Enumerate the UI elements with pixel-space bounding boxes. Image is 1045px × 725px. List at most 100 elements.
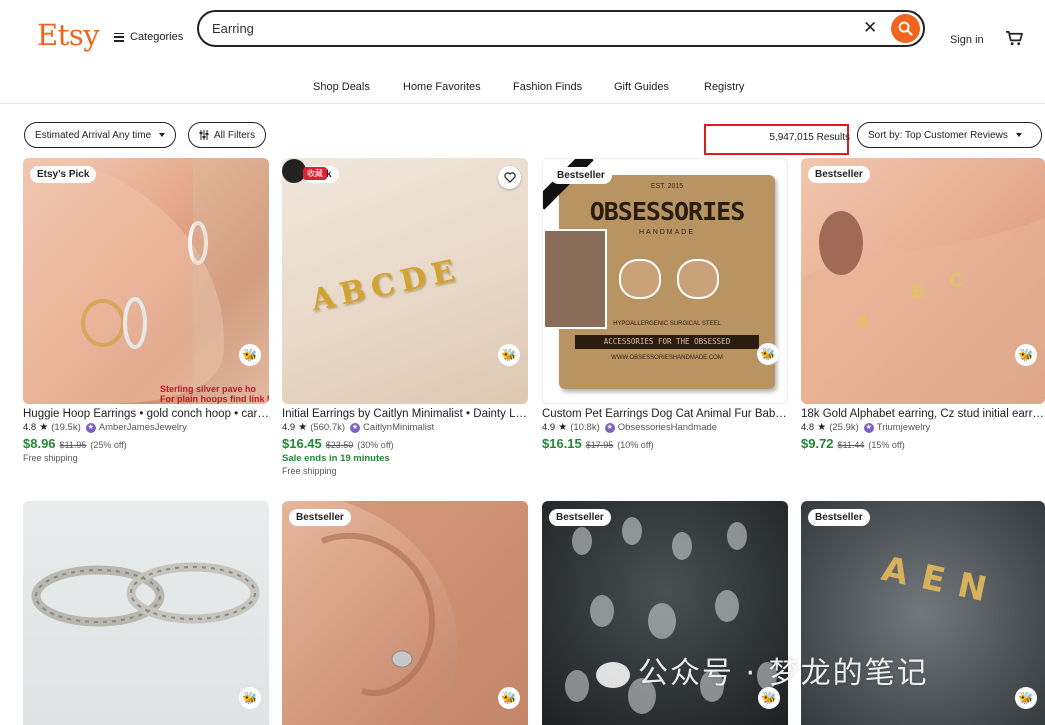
shop-name[interactable]: ObsessoriesHandmade [618,422,717,433]
sale-price: $16.45 [282,436,322,451]
star-seller-icon: ★ [604,422,615,433]
etsy-bee-icon: 🐝 [239,344,261,366]
star-seller-icon: ★ [85,422,96,433]
product-image[interactable]: Etsy's Pick Sterling silver pave ho For … [23,158,269,404]
sign-in-link[interactable]: Sign in [950,34,984,46]
cart-button[interactable] [1005,30,1024,52]
review-count: (10.8k) [570,422,600,433]
bestseller-badge: Bestseller [549,509,611,526]
star-seller-icon: ★ [350,422,361,433]
collect-tag[interactable]: 收藏 [303,167,327,180]
product-image[interactable]: A B C Bestseller 🐝 [801,158,1045,404]
card-est: EST. 2015 [650,183,684,190]
svg-text:C: C [949,270,962,291]
discount: (15% off) [868,440,905,450]
results-count-highlight: 5,947,015 Results [704,124,850,155]
rating-value: 4.9 [542,422,556,433]
search-bar: ✕ [197,10,925,47]
estimated-arrival-label: Estimated Arrival Any time [35,129,152,141]
star-icon: ★ [298,422,308,433]
nav-registry[interactable]: Registry [704,81,744,93]
etsy-logo[interactable]: Etsy [37,18,100,52]
discount: (25% off) [90,440,127,450]
image-caption: Sterling silver pave ho For plain hoops … [160,384,269,404]
estimated-arrival-dropdown[interactable]: Estimated Arrival Any time [24,122,177,148]
search-icon [898,21,913,36]
rating-value: 4.9 [282,422,296,433]
original-price: $11.95 [59,440,87,450]
price-row: $16.45 $23.50 (30% off) [282,436,528,451]
search-button[interactable] [891,14,920,43]
ear-turtle-photo [320,501,528,725]
product-image[interactable]: ABCDE Pick 收藏 🐝 [282,158,528,404]
site-header: Etsy Categories ✕ Sign in Shop Deals Hom… [0,0,1045,104]
nav-fashion-finds[interactable]: Fashion Finds [513,81,582,93]
search-input[interactable] [212,19,852,38]
star-icon: ★ [558,422,568,433]
chevron-down-icon [1015,133,1022,137]
wechat-watermark: 公众号 · 梦龙的笔记 [596,648,929,692]
product-card[interactable]: 🐝 [23,501,269,725]
etsy-bee-icon: 🐝 [1015,687,1037,709]
product-title[interactable]: 18k Gold Alphabet earring, Cz stud initi… [801,408,1045,420]
product-card[interactable]: EST. 2015 OBSESSORIES HANDMADE HYPOALLER… [542,158,788,451]
all-filters-button[interactable]: All Filters [188,122,267,148]
product-title[interactable]: Huggie Hoop Earrings • gold conch hoop •… [23,408,269,420]
etsy-bee-icon: 🐝 [498,687,520,709]
product-card[interactable]: Etsy's Pick Sterling silver pave ho For … [23,158,269,463]
nav-gift-guides[interactable]: Gift Guides [614,81,669,93]
shop-name[interactable]: Triumjewelry [877,422,930,433]
sale-price: $16.15 [542,436,582,451]
clear-search-icon[interactable]: ✕ [863,18,877,38]
card-brand: OBSESSORIES [589,197,746,226]
card-line2: ACCESSORIES FOR THE OBSESSED [575,335,759,349]
star-icon: ★ [39,422,49,433]
nav-shop-deals[interactable]: Shop Deals [313,81,370,93]
sort-dropdown[interactable]: Sort by: Top Customer Reviews [857,122,1042,148]
product-image[interactable]: EST. 2015 OBSESSORIES HANDMADE HYPOALLER… [542,158,788,404]
cart-icon [1006,31,1023,46]
bestseller-badge: Bestseller [289,509,351,526]
categories-button[interactable]: Categories [114,31,183,43]
chevron-down-icon [159,133,166,137]
shop-name[interactable]: CaitlynMinimalist [363,422,434,433]
original-price: $17.95 [585,440,614,450]
price-row: $16.15 $17.95 (10% off) [542,436,788,451]
favorite-button[interactable] [498,166,521,189]
product-card[interactable]: ABCDE Pick 收藏 🐝 Initial Earrings by Cait… [282,158,528,476]
results-count: 5,947,015 Results [769,132,850,143]
hand-photo: A B C [801,211,1045,404]
etsy-bee-icon: 🐝 [498,344,520,366]
product-card[interactable]: Bestseller 🐝 [282,501,528,725]
letter-earrings: AEN [878,548,1004,614]
product-rating: 4.9 ★ (10.8k) ★ ObsessoriesHandmade [542,422,788,433]
product-card[interactable]: A B C Bestseller 🐝 18k Gold Alphabet ear… [801,158,1045,451]
product-image[interactable]: 🐝 [23,501,269,725]
silver-hoops-photo [31,562,260,627]
product-image[interactable]: Bestseller 🐝 [282,501,528,725]
product-rating: 4.9 ★ (560.7k) ★ CaitlynMinimalist [282,422,528,433]
bestseller-badge: Bestseller [808,509,870,526]
shop-name[interactable]: AmberJamesJewelry [99,422,187,433]
etsy-bee-icon: 🐝 [757,343,779,365]
review-count: (19.5k) [51,422,81,433]
price-row: $8.96 $11.95 (25% off) [23,436,269,451]
pet-earring-left [619,259,661,299]
nav-home-favorites[interactable]: Home Favorites [403,81,481,93]
rating-value: 4.8 [23,422,37,433]
product-title[interactable]: Initial Earrings by Caitlyn Minimalist •… [282,408,528,420]
bestseller-badge: Bestseller [808,166,870,183]
watermark-text: 公众号 · 梦龙的笔记 [638,656,929,691]
product-rating: 4.8 ★ (25.9k) ★ Triumjewelry [801,422,1045,433]
product-title[interactable]: Custom Pet Earrings Dog Cat Animal Fur B… [542,408,788,420]
original-price: $23.50 [325,440,354,450]
ear-photo [23,158,269,404]
free-shipping: Free shipping [282,466,337,476]
etsys-pick-badge: Etsy's Pick [30,166,97,183]
sort-label: Sort by: Top Customer Reviews [868,129,1008,141]
svg-text:B: B [911,282,925,303]
price-row: $9.72 $11.44 (15% off) [801,436,1045,451]
rating-value: 4.8 [801,422,815,433]
free-shipping: Free shipping [23,453,78,463]
sale-price: $9.72 [801,436,834,451]
